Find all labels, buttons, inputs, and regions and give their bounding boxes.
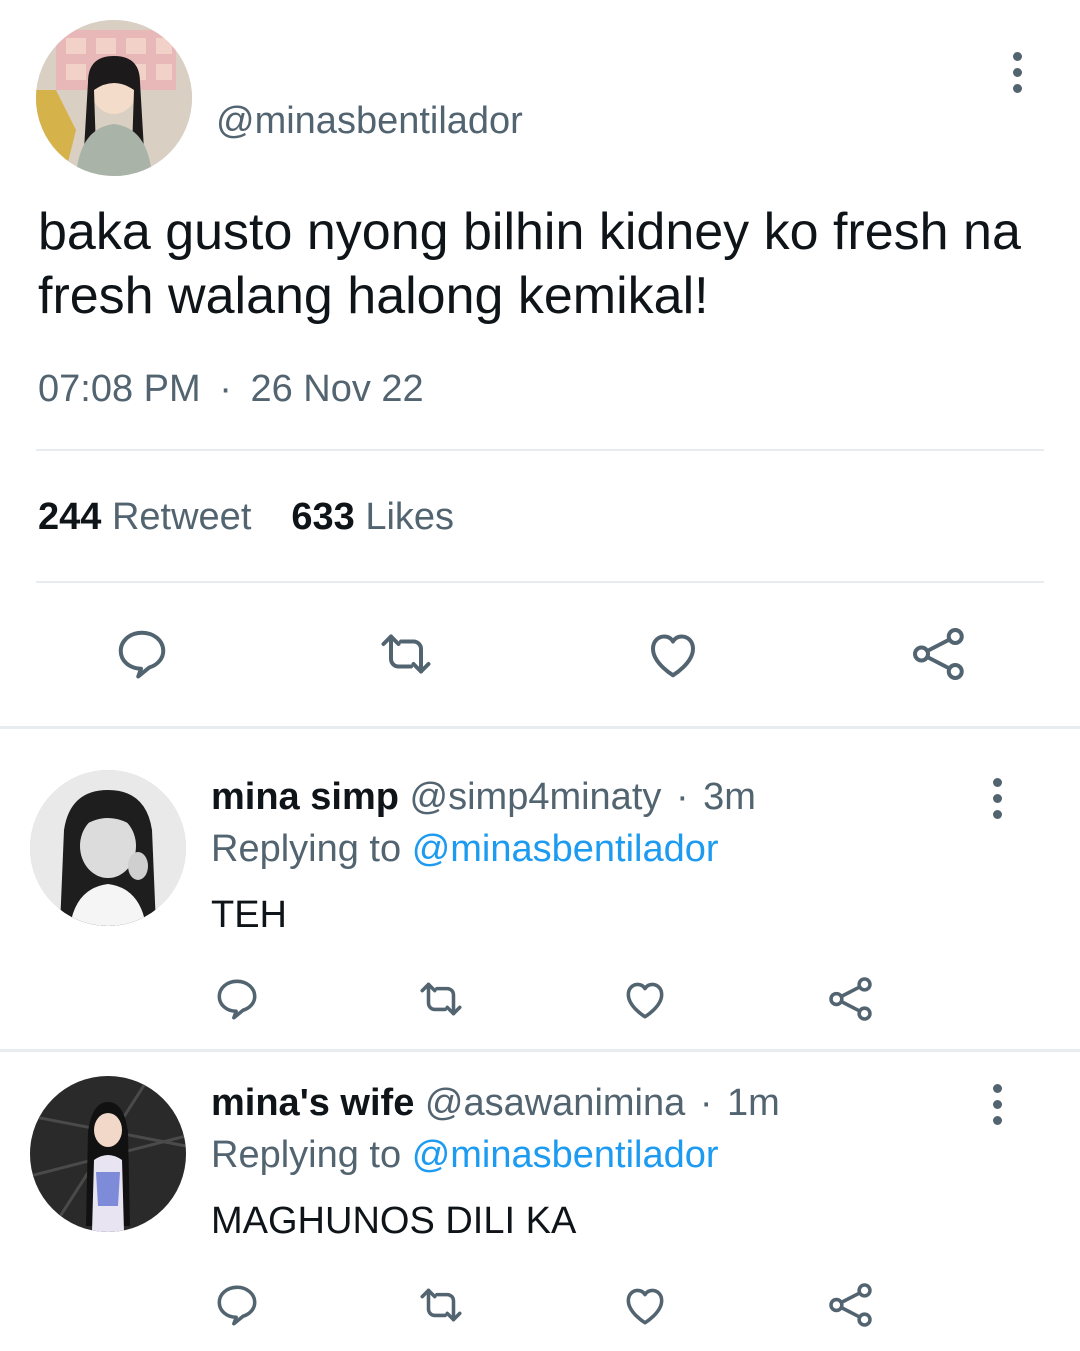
replying-label: Replying to (211, 828, 402, 870)
retweet-label: Retweet (111, 496, 252, 538)
replying-mention[interactable]: @minasbentilador (412, 1134, 719, 1176)
section-divider (0, 1049, 1080, 1052)
tweet-date: 26 Nov 22 (250, 368, 424, 410)
more-vertical-icon[interactable] (1002, 42, 1032, 102)
share-icon[interactable] (908, 624, 970, 684)
replying-to: Replying to @minasbentilador (211, 828, 719, 871)
reply-text: TEH (211, 894, 287, 936)
reply-separator: · (699, 1082, 713, 1124)
reply-icon[interactable] (212, 974, 262, 1024)
section-divider (0, 726, 1080, 729)
reply-icon[interactable] (212, 1280, 262, 1330)
reply-author-name[interactable]: mina's wife (211, 1082, 414, 1124)
like-icon[interactable] (643, 624, 703, 684)
reply-separator: · (675, 776, 689, 818)
reply-age: 3m (703, 776, 756, 818)
tweet-stats: 244 Retweet 633 Likes (38, 496, 454, 539)
retweet-icon[interactable] (414, 1280, 468, 1330)
replying-to: Replying to @minasbentilador (211, 1134, 719, 1177)
retweet-stat[interactable]: 244 Retweet (38, 496, 251, 539)
retweet-icon[interactable] (374, 624, 438, 684)
reply-avatar[interactable] (30, 770, 186, 926)
reply-icon[interactable] (112, 624, 172, 684)
likes-label: Likes (365, 496, 455, 538)
like-icon[interactable] (620, 1280, 670, 1330)
more-vertical-icon[interactable] (982, 1074, 1012, 1134)
like-icon[interactable] (620, 974, 670, 1024)
replying-mention[interactable]: @minasbentilador (412, 828, 719, 870)
retweet-count: 244 (38, 496, 102, 538)
tweet-text: baka gusto nyong bilhin kidney ko fresh … (38, 203, 1021, 325)
share-icon[interactable] (825, 1280, 877, 1330)
author-avatar[interactable] (36, 20, 192, 176)
reply-avatar[interactable] (30, 1076, 186, 1232)
reply-header: mina simp @simp4minaty · 3m (211, 776, 756, 819)
more-vertical-icon[interactable] (982, 768, 1012, 828)
reply-header: mina's wife @asawanimina · 1m (211, 1082, 780, 1125)
reply-author-name[interactable]: mina simp (211, 776, 399, 818)
likes-stat[interactable]: 633 Likes (291, 496, 454, 539)
tweet-time: 07:08 PM (38, 368, 201, 410)
author-handle[interactable]: @minasbentilador (216, 100, 523, 143)
divider (36, 581, 1044, 583)
retweet-icon[interactable] (414, 974, 468, 1024)
reply-text: MAGHUNOS DILI KA (211, 1200, 577, 1242)
tweet-timestamp: 07:08 PM · 26 Nov 22 (38, 368, 424, 411)
share-icon[interactable] (825, 974, 877, 1024)
reply-author-handle[interactable]: @asawanimina (425, 1082, 685, 1124)
reply-age: 1m (727, 1082, 780, 1124)
reply-author-handle[interactable]: @simp4minaty (410, 776, 662, 818)
likes-count: 633 (291, 496, 355, 538)
replying-label: Replying to (211, 1134, 402, 1176)
divider (36, 449, 1044, 451)
timestamp-separator: · (219, 368, 232, 410)
